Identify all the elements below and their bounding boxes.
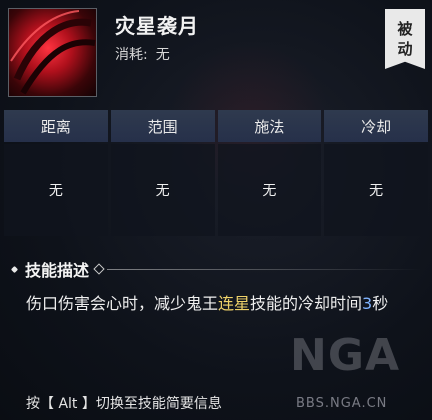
- stat-value-cooldown: 无: [324, 144, 428, 236]
- passive-badge: 被 动: [385, 9, 425, 69]
- desc-part-3: 技能的冷却时间: [250, 294, 363, 313]
- description-heading: 技能描述: [10, 254, 422, 284]
- stats-table: 距离 范围 施法 冷却 无 无 无 无: [4, 110, 431, 236]
- stats-header-row: 距离 范围 施法 冷却: [4, 110, 431, 142]
- passive-badge-char-2: 动: [397, 40, 413, 58]
- desc-part-1: 伤口伤害会心时，减少鬼王: [26, 294, 219, 313]
- stat-header-cooldown: 冷却: [324, 110, 428, 142]
- description-text: 伤口伤害会心时，减少鬼王连星技能的冷却时间3秒: [26, 290, 416, 317]
- skill-title: 灾星袭月: [115, 14, 199, 38]
- stat-value-range: 无: [4, 144, 108, 236]
- number-highlight: 3: [362, 294, 373, 313]
- stat-value-cast: 无: [217, 144, 322, 236]
- stats-value-row: 无 无 无 无: [4, 144, 431, 236]
- skill-link-highlight: 连星: [218, 294, 251, 313]
- stat-header-cast: 施法: [217, 110, 322, 142]
- passive-badge-char-1: 被: [397, 20, 413, 38]
- skill-cost: 消耗: 无: [115, 44, 170, 64]
- cost-label: 消耗:: [115, 47, 148, 63]
- desc-part-5: 秒: [372, 294, 389, 313]
- description-title: 技能描述: [25, 261, 90, 280]
- cost-value: 无: [155, 47, 170, 63]
- footer-hint: 按【 Alt 】切换至技能简要信息: [26, 396, 222, 412]
- divider: [107, 268, 422, 270]
- stat-header-area: 范围: [110, 110, 215, 142]
- bullet-icon: [10, 265, 19, 273]
- stat-header-range: 距离: [4, 110, 108, 142]
- diamond-ornament-icon: [93, 263, 105, 275]
- watermark-url: BBS.NGA.CN: [296, 396, 388, 411]
- slash-icon: [10, 10, 96, 95]
- skill-tooltip: 灾星袭月 消耗: 无 被 动 距离 范围 施法 冷却 无 无 无 无 技能描述 伤…: [0, 0, 432, 420]
- skill-icon: [8, 8, 97, 97]
- stat-value-area: 无: [110, 144, 215, 236]
- watermark-logo: NGA: [290, 330, 400, 381]
